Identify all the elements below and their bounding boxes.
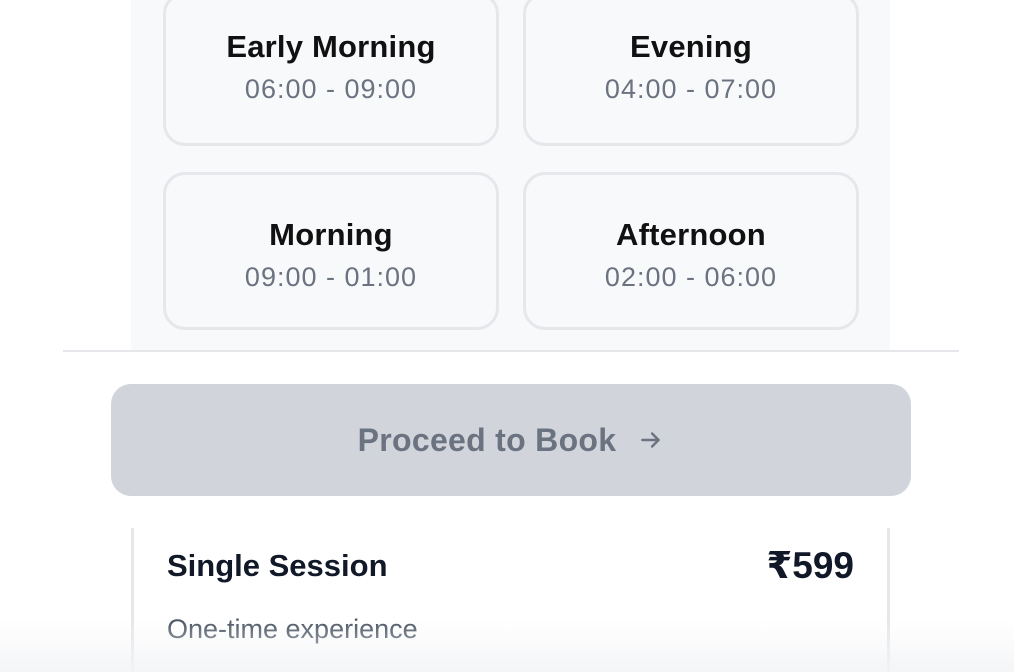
time-slot-name: Afternoon [616,217,766,252]
plan-title: Single Session [167,548,388,583]
plan-card-single-session[interactable]: Single Session ₹599 One-time experience [131,528,890,672]
time-slot-range: 04:00 - 07:00 [604,74,778,104]
time-slot-afternoon[interactable]: Afternoon 02:00 - 06:00 [523,172,859,330]
plan-price: ₹599 [766,545,854,586]
time-slot-name: Morning [269,217,393,252]
time-slot-evening[interactable]: Evening 04:00 - 07:00 [523,0,859,146]
time-slot-morning[interactable]: Morning 09:00 - 01:00 [163,172,499,330]
time-slot-name: Evening [630,29,752,64]
time-slot-range: 06:00 - 09:00 [244,74,418,104]
booking-page: Early Morning 06:00 - 09:00 Evening 04:0… [0,0,1014,672]
time-slot-name: Early Morning [226,29,436,64]
time-slot-range: 09:00 - 01:00 [244,262,418,292]
arrow-right-icon [638,427,664,453]
plan-description: One-time experience [167,614,418,644]
time-slot-range: 02:00 - 06:00 [604,262,778,292]
time-slot-early-morning[interactable]: Early Morning 06:00 - 09:00 [163,0,499,146]
section-divider [63,350,959,352]
proceed-button-label: Proceed to Book [357,421,617,458]
proceed-to-book-button[interactable]: Proceed to Book [111,384,911,496]
